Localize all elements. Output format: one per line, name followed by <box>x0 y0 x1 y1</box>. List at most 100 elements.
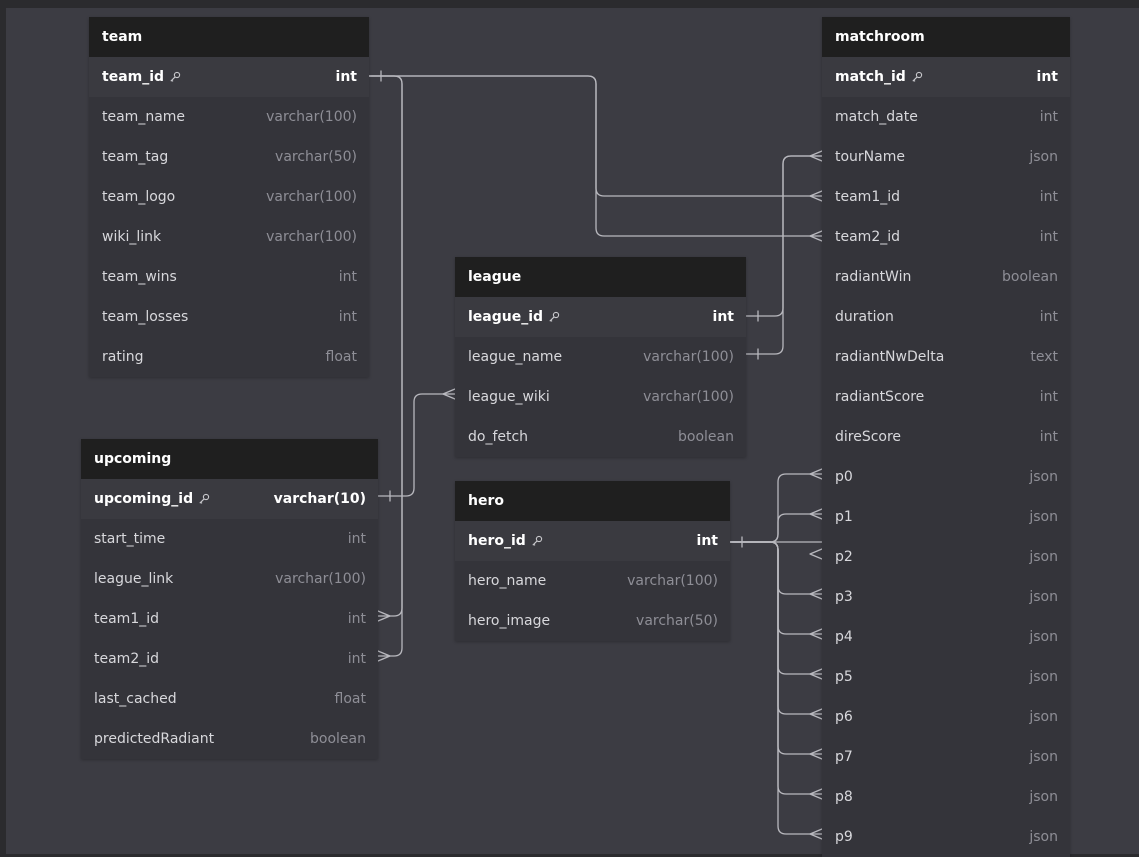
table-title-hero[interactable]: hero <box>455 481 730 521</box>
column-name-text: match_date <box>835 109 918 125</box>
column-row-matchroom-p6[interactable]: p6 json <box>822 697 1070 737</box>
column-row-team-rating[interactable]: rating float <box>89 337 369 377</box>
column-type: int <box>1039 189 1058 205</box>
column-name: p6 <box>835 709 853 725</box>
table-team[interactable]: team team_id int team_name varchar(100) team_… <box>89 17 369 377</box>
column-row-matchroom-p7[interactable]: p7 json <box>822 737 1070 777</box>
column-type: boolean <box>310 731 366 747</box>
key-icon <box>548 311 560 323</box>
column-name-text: p7 <box>835 749 853 765</box>
column-row-team-team_id[interactable]: team_id int <box>89 57 369 97</box>
column-name: duration <box>835 309 894 325</box>
key-icon <box>531 535 543 547</box>
column-name: team_losses <box>102 309 188 325</box>
column-name: upcoming_id <box>94 491 210 507</box>
column-name: rating <box>102 349 143 365</box>
column-row-team-team_tag[interactable]: team_tag varchar(50) <box>89 137 369 177</box>
column-row-matchroom-p8[interactable]: p8 json <box>822 777 1070 817</box>
column-name-text: league_wiki <box>468 389 550 405</box>
column-name-text: p1 <box>835 509 853 525</box>
column-name: p3 <box>835 589 853 605</box>
column-row-matchroom-team2_id[interactable]: team2_id int <box>822 217 1070 257</box>
column-name: direScore <box>835 429 901 445</box>
column-type: int <box>1039 109 1058 125</box>
column-type: int <box>1039 229 1058 245</box>
column-name: team_id <box>102 69 181 85</box>
column-name: radiantNwDelta <box>835 349 944 365</box>
column-row-hero-hero_image[interactable]: hero_image varchar(50) <box>455 601 730 641</box>
column-type: json <box>1029 829 1058 845</box>
table-matchroom[interactable]: matchroom match_id int match_date int tourNam… <box>822 17 1070 857</box>
column-name-text: wiki_link <box>102 229 162 245</box>
column-name-text: league_id <box>468 309 544 325</box>
column-row-team-team_name[interactable]: team_name varchar(100) <box>89 97 369 137</box>
column-row-matchroom-match_id[interactable]: match_id int <box>822 57 1070 97</box>
table-league[interactable]: league league_id int league_name varchar(100… <box>455 257 746 457</box>
column-name-text: p2 <box>835 549 853 565</box>
column-row-matchroom-team1_id[interactable]: team1_id int <box>822 177 1070 217</box>
column-name: last_cached <box>94 691 177 707</box>
column-name: hero_id <box>468 533 543 549</box>
column-name-text: duration <box>835 309 894 325</box>
column-row-matchroom-p0[interactable]: p0 json <box>822 457 1070 497</box>
column-row-upcoming-league_link[interactable]: league_link varchar(100) <box>81 559 378 599</box>
column-row-matchroom-p5[interactable]: p5 json <box>822 657 1070 697</box>
column-name: team_tag <box>102 149 168 165</box>
column-name-text: p4 <box>835 629 853 645</box>
column-name: p1 <box>835 509 853 525</box>
column-row-league-league_wiki[interactable]: league_wiki varchar(100) <box>455 377 746 417</box>
column-row-team-team_logo[interactable]: team_logo varchar(100) <box>89 177 369 217</box>
column-row-matchroom-p2[interactable]: p2 json <box>822 537 1070 577</box>
key-icon <box>169 71 181 83</box>
column-name: team_logo <box>102 189 175 205</box>
column-row-upcoming-last_cached[interactable]: last_cached float <box>81 679 378 719</box>
column-row-upcoming-predictedRadiant[interactable]: predictedRadiant boolean <box>81 719 378 759</box>
column-row-upcoming-start_time[interactable]: start_time int <box>81 519 378 559</box>
column-row-league-league_name[interactable]: league_name varchar(100) <box>455 337 746 377</box>
column-type: int <box>347 651 366 667</box>
column-name: team2_id <box>835 229 900 245</box>
column-name-text: radiantScore <box>835 389 925 405</box>
column-name-text: p6 <box>835 709 853 725</box>
table-hero[interactable]: hero hero_id int hero_name varchar(100) hero_… <box>455 481 730 641</box>
column-type: json <box>1029 749 1058 765</box>
table-upcoming[interactable]: upcoming upcoming_id varchar(10) start_time… <box>81 439 378 759</box>
column-row-upcoming-team1_id[interactable]: team1_id int <box>81 599 378 639</box>
column-row-league-league_id[interactable]: league_id int <box>455 297 746 337</box>
column-row-matchroom-p3[interactable]: p3 json <box>822 577 1070 617</box>
column-row-matchroom-tourName[interactable]: tourName json <box>822 137 1070 177</box>
column-name-text: match_id <box>835 69 906 85</box>
column-row-league-do_fetch[interactable]: do_fetch boolean <box>455 417 746 457</box>
column-type: varchar(10) <box>273 491 366 507</box>
column-row-team-wiki_link[interactable]: wiki_link varchar(100) <box>89 217 369 257</box>
column-row-upcoming-upcoming_id[interactable]: upcoming_id varchar(10) <box>81 479 378 519</box>
table-title-upcoming[interactable]: upcoming <box>81 439 378 479</box>
column-name-text: start_time <box>94 531 166 547</box>
column-row-upcoming-team2_id[interactable]: team2_id int <box>81 639 378 679</box>
column-type: json <box>1029 629 1058 645</box>
table-title-matchroom[interactable]: matchroom <box>822 17 1070 57</box>
column-row-matchroom-radiantWin[interactable]: radiantWin boolean <box>822 257 1070 297</box>
column-row-hero-hero_name[interactable]: hero_name varchar(100) <box>455 561 730 601</box>
column-row-team-team_wins[interactable]: team_wins int <box>89 257 369 297</box>
table-title-league[interactable]: league <box>455 257 746 297</box>
column-row-matchroom-p9[interactable]: p9 json <box>822 817 1070 857</box>
column-row-matchroom-radiantNwDelta[interactable]: radiantNwDelta text <box>822 337 1070 377</box>
column-type: boolean <box>678 429 734 445</box>
column-name-text: team_tag <box>102 149 169 165</box>
column-row-matchroom-match_date[interactable]: match_date int <box>822 97 1070 137</box>
column-row-matchroom-p1[interactable]: p1 json <box>822 497 1070 537</box>
column-name-text: team_name <box>102 109 186 125</box>
column-row-hero-hero_id[interactable]: hero_id int <box>455 521 730 561</box>
column-row-matchroom-direScore[interactable]: direScore int <box>822 417 1070 457</box>
column-name-text: team1_id <box>835 189 901 205</box>
column-name: p5 <box>835 669 853 685</box>
table-title-team[interactable]: team <box>89 17 369 57</box>
column-row-matchroom-p4[interactable]: p4 json <box>822 617 1070 657</box>
column-row-matchroom-duration[interactable]: duration int <box>822 297 1070 337</box>
column-row-team-team_losses[interactable]: team_losses int <box>89 297 369 337</box>
column-row-matchroom-radiantScore[interactable]: radiantScore int <box>822 377 1070 417</box>
column-type: int <box>347 611 366 627</box>
column-name-text: rating <box>102 349 144 365</box>
column-name: wiki_link <box>102 229 161 245</box>
